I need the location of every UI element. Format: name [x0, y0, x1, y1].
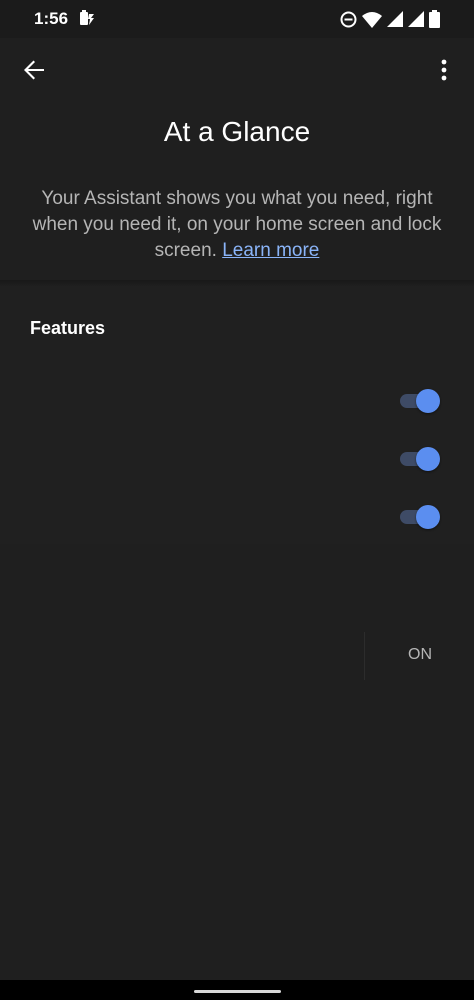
learn-more-link[interactable]: Learn more — [222, 240, 319, 261]
feature-toggle-2[interactable] — [400, 446, 440, 471]
feature-toggle-3[interactable] — [400, 504, 440, 529]
wifi-icon — [362, 11, 382, 33]
toggle-thumb — [416, 447, 440, 471]
battery-icon — [429, 10, 440, 33]
page-title: At a Glance — [163, 116, 311, 147]
status-time: 1:56 — [34, 9, 69, 28]
status-bar: 1:56 — [0, 0, 474, 38]
feature-toggle-1[interactable] — [400, 388, 440, 413]
vertical-divider — [364, 632, 365, 680]
toggle-thumb — [416, 389, 440, 413]
dnd-icon — [340, 11, 357, 33]
features-card: Features — [0, 286, 474, 544]
signal-icon — [408, 11, 424, 32]
lower-area: ON — [0, 544, 474, 980]
page-description: Your Assistant shows you what you need, … — [30, 186, 444, 264]
arrow-back-icon[interactable] — [20, 56, 48, 84]
signal-icon — [387, 11, 403, 32]
more-vert-icon[interactable] — [430, 56, 458, 84]
app-bar — [0, 38, 474, 102]
features-heading: Features — [30, 318, 106, 338]
home-indicator[interactable] — [194, 990, 281, 993]
on-button[interactable]: ON — [394, 646, 446, 664]
status-icons — [340, 10, 440, 33]
navigation-bar — [0, 980, 474, 1000]
header-area: At a Glance Your Assistant shows you wha… — [0, 102, 474, 282]
battery-saver-icon — [80, 10, 94, 25]
toggle-thumb — [416, 505, 440, 529]
